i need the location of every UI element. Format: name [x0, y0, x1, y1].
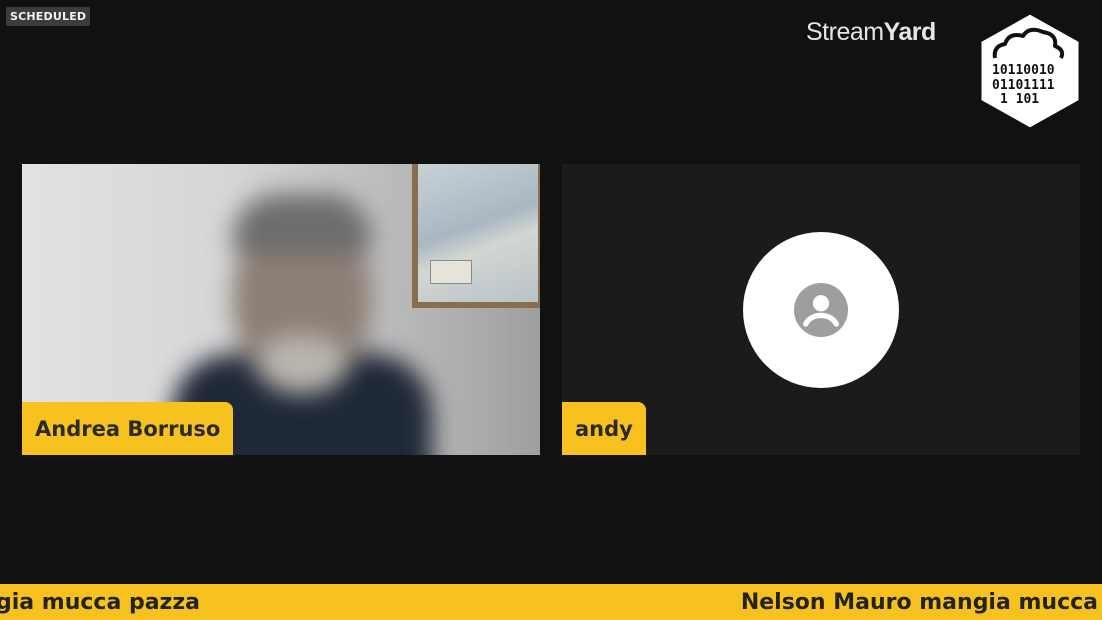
- brand-name-light: Stream: [806, 18, 884, 46]
- participant-name-tag: andy: [562, 402, 646, 455]
- logo-binary-line-1: 10110010: [992, 63, 1055, 78]
- wall-map-label: [430, 260, 472, 284]
- cloud-binary-hexagon-logo: 10110010 01101111 1 101: [978, 11, 1082, 131]
- person-icon: [794, 283, 848, 337]
- ticker-text-left: gia mucca pazza: [0, 590, 201, 615]
- ticker-text-right: Nelson Mauro mangia mucca: [740, 590, 1098, 615]
- status-badge: SCHEDULED: [6, 7, 91, 26]
- streamyard-brand: StreamYard: [806, 18, 936, 47]
- logo-binary-line-3: 1 101: [1000, 92, 1039, 107]
- participant-tile-andy[interactable]: andy: [562, 164, 1080, 455]
- participant-tile-andrea[interactable]: Andrea Borruso: [22, 164, 540, 455]
- ticker-banner: gia mucca pazza Nelson Mauro mangia mucc…: [0, 584, 1102, 620]
- person-beard: [257, 334, 347, 394]
- avatar: [743, 232, 899, 388]
- person-hair: [232, 194, 372, 254]
- brand-name-bold: Yard: [883, 18, 937, 46]
- logo-binary-line-2: 01101111: [992, 78, 1055, 93]
- participant-name-tag: Andrea Borruso: [22, 402, 234, 455]
